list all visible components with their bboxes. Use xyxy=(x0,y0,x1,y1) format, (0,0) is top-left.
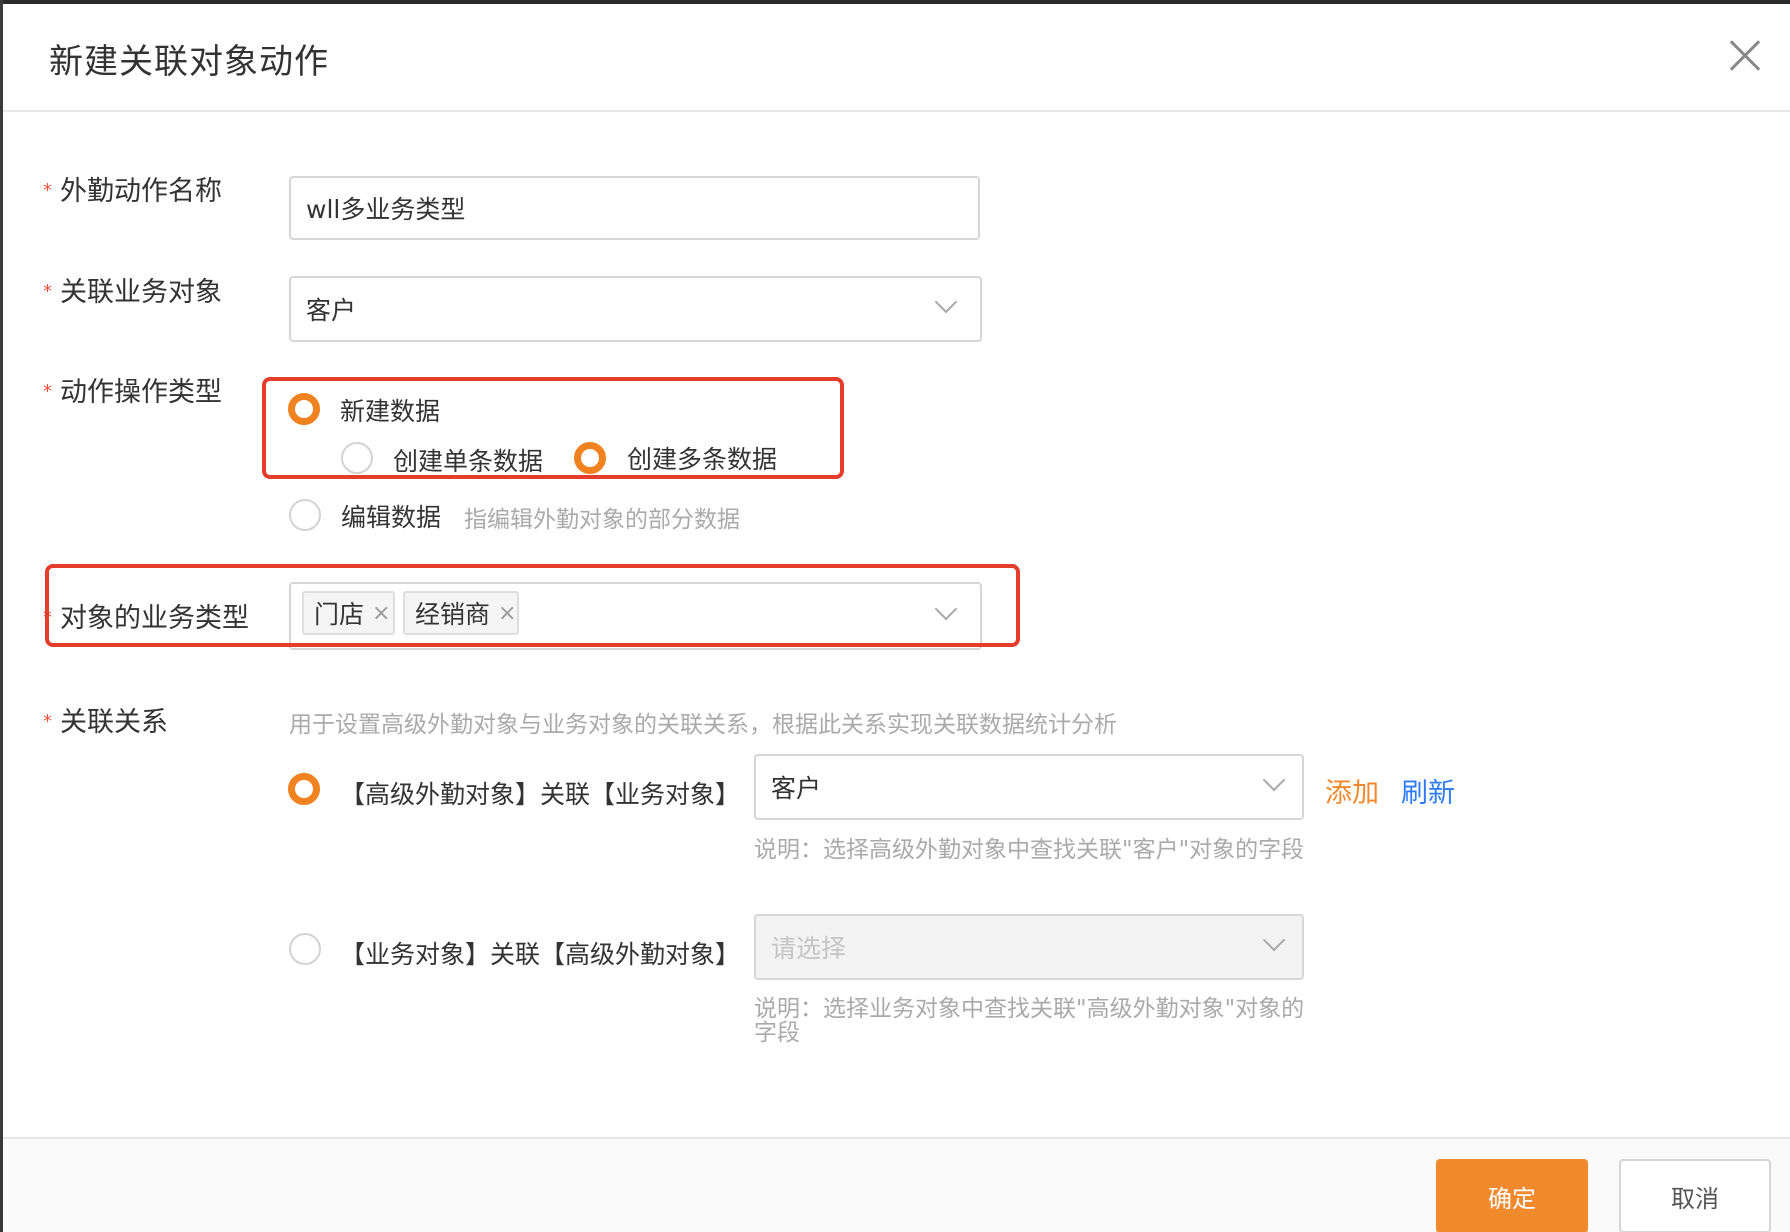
confirm-button[interactable]: 确定 xyxy=(1436,1159,1588,1232)
relation-hint: 用于设置高级外勤对象与业务对象的关联关系，根据此关系实现关联数据统计分析 xyxy=(289,712,1117,738)
option-edit-data-label: 编辑数据 xyxy=(341,503,442,532)
relation-label: * 关联关系 xyxy=(43,707,168,738)
dialog-header: 新建关联对象动作 xyxy=(3,4,1790,112)
relation-a-label: 【高级外勤对象】关联【业务对象】 xyxy=(340,780,741,809)
relation-b-placeholder: 请选择 xyxy=(771,934,847,963)
relation-b-select[interactable]: 请选择 xyxy=(754,914,1304,980)
relation-b-label: 【业务对象】关联【高级外勤对象】 xyxy=(340,940,741,969)
operation-type-label: * 动作操作类型 xyxy=(43,377,222,408)
relation-a-value: 客户 xyxy=(771,774,822,803)
relation-b-description: 说明：选择业务对象中查找关联"高级外勤对象"对象的字段 xyxy=(754,996,1305,1046)
radio-edit-data[interactable] xyxy=(289,499,321,531)
relation-a-select[interactable]: 客户 xyxy=(754,754,1304,820)
new-related-object-action-dialog: 新建关联对象动作 * 外勤动作名称 wll多业务类型 * 关联业务对象 客户 * 动作… xyxy=(3,4,1790,1232)
required-mark: * xyxy=(43,381,52,402)
refresh-link[interactable]: 刷新 xyxy=(1401,771,1455,810)
related-object-value: 客户 xyxy=(306,296,357,325)
related-object-select[interactable]: 客户 xyxy=(289,276,982,342)
relation-a-description: 说明：选择高级外勤对象中查找关联"客户"对象的字段 xyxy=(754,837,1305,863)
action-name-input[interactable]: wll多业务类型 xyxy=(289,176,980,240)
cancel-button[interactable]: 取消 xyxy=(1619,1159,1771,1232)
action-name-value: wll多业务类型 xyxy=(306,195,466,224)
dialog-title: 新建关联对象动作 xyxy=(49,42,329,82)
chevron-down-icon xyxy=(1262,928,1286,952)
add-link[interactable]: 添加 xyxy=(1325,771,1379,810)
chevron-down-icon xyxy=(1262,768,1286,792)
radio-relation-a[interactable] xyxy=(288,773,320,805)
required-mark: * xyxy=(43,180,52,201)
related-object-label: * 关联业务对象 xyxy=(43,277,222,308)
required-mark: * xyxy=(43,711,52,732)
highlight-box-business-type xyxy=(45,564,1020,647)
required-mark: * xyxy=(43,281,52,302)
radio-relation-b[interactable] xyxy=(289,933,321,965)
chevron-down-icon xyxy=(934,290,958,314)
dialog-footer: 确定 取消 xyxy=(3,1137,1790,1232)
close-icon[interactable] xyxy=(1723,34,1767,78)
action-name-label: * 外勤动作名称 xyxy=(43,176,222,207)
highlight-box-operation xyxy=(262,377,844,479)
option-edit-data-hint: 指编辑外勤对象的部分数据 xyxy=(464,507,740,533)
